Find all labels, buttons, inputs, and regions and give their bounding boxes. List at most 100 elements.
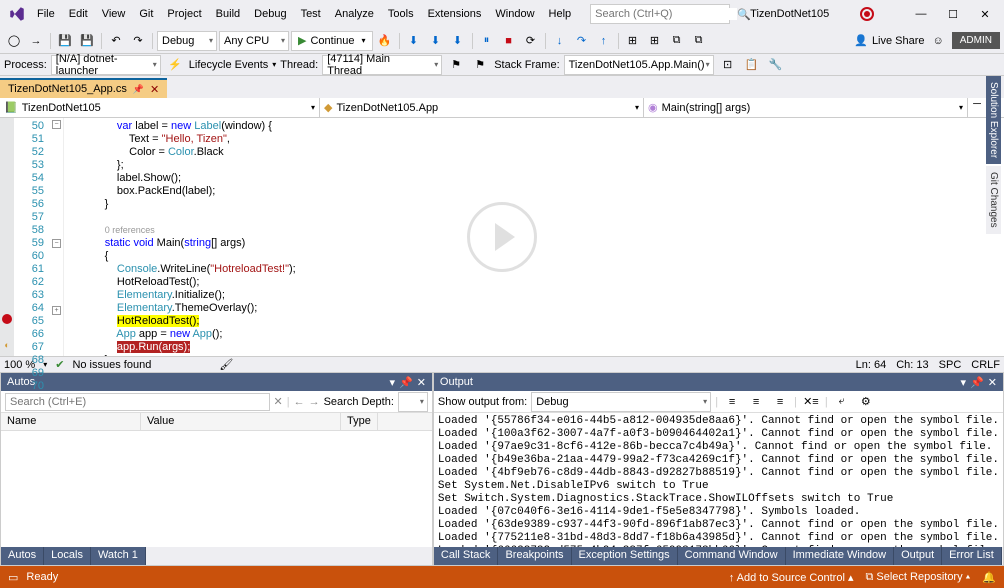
space-indicator[interactable]: SPC	[939, 359, 962, 371]
code-area[interactable]: var label = new Label(window) { Text = "…	[64, 118, 1004, 356]
tab-command-window[interactable]: Command Window	[678, 547, 786, 565]
tab-locals[interactable]: Locals	[44, 547, 91, 565]
output-clear-button[interactable]: ✕≡	[801, 392, 821, 412]
thread-nav-icon2[interactable]: ⚑	[470, 55, 490, 75]
save-all-button[interactable]: 💾	[77, 31, 97, 51]
output-btn-1[interactable]: ≡	[722, 392, 742, 412]
split-editor-icon[interactable]: ─	[968, 98, 986, 117]
search-clear-icon[interactable]: ✕	[274, 395, 283, 408]
panel-dropdown-icon[interactable]: ▾	[961, 376, 967, 389]
tab-watch-1[interactable]: Watch 1	[91, 547, 146, 565]
config-dropdown[interactable]: Debug	[157, 31, 217, 51]
restart-button[interactable]: ⟳	[521, 31, 541, 51]
menu-file[interactable]: File	[30, 4, 62, 24]
issues-label[interactable]: No issues found	[72, 359, 151, 371]
step-button-3[interactable]: ⬇	[448, 31, 468, 51]
lifecycle-icon[interactable]: ⚡	[165, 55, 185, 75]
lineending-indicator[interactable]: CRLF	[971, 359, 1000, 371]
tab-error-list[interactable]: Error List	[942, 547, 1002, 565]
feedback-icon[interactable]: ☺	[933, 35, 944, 47]
tool-btn-d[interactable]: ⧉	[689, 31, 709, 51]
output-body[interactable]: Loaded '{55786f34-e016-44b5-a812-004935d…	[434, 413, 1003, 547]
step-button-2[interactable]: ⬇	[426, 31, 446, 51]
solution-explorer-tab[interactable]: Solution Explorer	[986, 76, 1001, 164]
process-dropdown[interactable]: [N/A] dotnet-launcher	[51, 55, 161, 75]
extra-btn-1[interactable]: ⊡	[718, 55, 738, 75]
panel-dropdown-icon[interactable]: ▾	[389, 376, 395, 389]
tab-close-icon[interactable]: ✕	[150, 83, 159, 96]
fold-gutter[interactable]: −−+	[50, 118, 64, 356]
step-out-button[interactable]: ↑	[594, 31, 614, 51]
line-indicator[interactable]: Ln: 64	[856, 359, 887, 371]
search-depth-dropdown[interactable]	[398, 392, 428, 412]
nav-project-dropdown[interactable]: 📗 TizenDotNet105	[0, 98, 320, 117]
tool-btn-c[interactable]: ⧉	[667, 31, 687, 51]
tab-exception-settings[interactable]: Exception Settings	[572, 547, 678, 565]
minimize-button[interactable]: —	[906, 3, 936, 25]
autos-col-value[interactable]: Value	[141, 413, 341, 430]
output-btn-2[interactable]: ≡	[746, 392, 766, 412]
notifications-icon[interactable]: 🔔	[982, 571, 996, 584]
panel-close-icon[interactable]: ✕	[988, 376, 997, 389]
global-search-input[interactable]	[595, 8, 737, 20]
nav-back-button[interactable]: ◯	[4, 31, 24, 51]
nav-member-dropdown[interactable]: ◉ Main(string[] args)	[644, 98, 968, 117]
tab-call-stack[interactable]: Call Stack	[434, 547, 499, 565]
stackframe-dropdown[interactable]: TizenDotNet105.App.Main()	[564, 55, 714, 75]
add-source-control[interactable]: ↑ Add to Source Control ▴	[729, 571, 854, 584]
autos-col-name[interactable]: Name	[1, 413, 141, 430]
nav-left-icon[interactable]: ←	[294, 396, 305, 408]
tab-immediate-window[interactable]: Immediate Window	[786, 547, 895, 565]
tab-breakpoints[interactable]: Breakpoints	[498, 547, 571, 565]
global-search[interactable]: 🔍	[590, 4, 730, 24]
menu-test[interactable]: Test	[294, 4, 328, 24]
tool-btn-a[interactable]: ⊞	[623, 31, 643, 51]
breakpoint-gutter[interactable]: ◐	[0, 118, 14, 356]
nav-class-dropdown[interactable]: ◆ TizenDotNet105.App	[320, 98, 644, 117]
step-into-button[interactable]: ↓	[550, 31, 570, 51]
select-repository[interactable]: ⧉ Select Repository ▴	[865, 571, 970, 584]
output-panel-header[interactable]: Output ▾📌✕	[434, 373, 1003, 391]
menu-edit[interactable]: Edit	[62, 4, 95, 24]
tab-output[interactable]: Output	[894, 547, 942, 565]
panel-close-icon[interactable]: ✕	[417, 376, 426, 389]
file-tab-active[interactable]: TizenDotNet105_App.cs 📌 ✕	[0, 78, 167, 98]
autos-panel-header[interactable]: Autos ▾📌✕	[1, 373, 432, 391]
brush-icon[interactable]: 🖌	[219, 358, 233, 371]
record-icon[interactable]	[860, 7, 874, 21]
continue-button[interactable]: ▶Continue▾	[291, 31, 373, 51]
menu-window[interactable]: Window	[488, 4, 541, 24]
menu-help[interactable]: Help	[542, 4, 579, 24]
menu-view[interactable]: View	[95, 4, 133, 24]
output-settings-button[interactable]: ⚙	[856, 392, 876, 412]
save-button[interactable]: 💾	[55, 31, 75, 51]
panel-pin-icon[interactable]: 📌	[399, 376, 413, 389]
output-btn-3[interactable]: ≡	[770, 392, 790, 412]
autos-col-type[interactable]: Type	[341, 413, 378, 430]
git-changes-tab[interactable]: Git Changes	[986, 166, 1001, 234]
code-editor[interactable]: ◐ 50515253545556575859606162636465666768…	[0, 118, 1004, 356]
platform-dropdown[interactable]: Any CPU	[219, 31, 289, 51]
hot-reload-button[interactable]: 🔥	[375, 31, 395, 51]
menu-tools[interactable]: Tools	[381, 4, 421, 24]
maximize-button[interactable]: ☐	[938, 3, 968, 25]
nav-right-icon[interactable]: →	[309, 396, 320, 408]
close-button[interactable]: ✕	[970, 3, 1000, 25]
pause-button[interactable]: ⏸	[477, 31, 497, 51]
redo-button[interactable]: ↷	[128, 31, 148, 51]
extra-btn-2[interactable]: 📋	[742, 55, 762, 75]
menu-build[interactable]: Build	[209, 4, 247, 24]
output-source-dropdown[interactable]: Debug	[531, 392, 711, 412]
live-share-button[interactable]: 👤 Live Share	[848, 34, 930, 47]
step-button-1[interactable]: ⬇	[404, 31, 424, 51]
nav-fwd-button[interactable]: →	[26, 31, 46, 51]
menu-git[interactable]: Git	[132, 4, 160, 24]
menu-analyze[interactable]: Analyze	[328, 4, 381, 24]
output-wrap-button[interactable]: ⤶	[832, 392, 852, 412]
extra-btn-3[interactable]: 🔧	[766, 55, 786, 75]
thread-dropdown[interactable]: [47114] Main Thread	[322, 55, 442, 75]
stop-button[interactable]: ■	[499, 31, 519, 51]
thread-nav-icon[interactable]: ⚑	[446, 55, 466, 75]
menu-project[interactable]: Project	[160, 4, 208, 24]
menu-extensions[interactable]: Extensions	[421, 4, 489, 24]
